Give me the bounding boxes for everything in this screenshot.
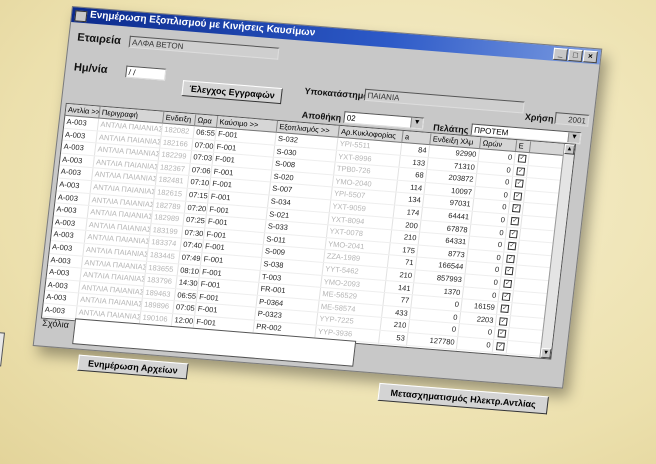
table-cell: 07:06: [189, 163, 213, 178]
checkbox-cell[interactable]: ✓: [511, 177, 527, 190]
table-cell: 1: [455, 349, 493, 360]
table-cell: 174: [393, 205, 423, 220]
check-icon[interactable]: ✓: [504, 266, 514, 276]
table-cell: 133: [399, 155, 429, 170]
notes-label: Σχόλια: [41, 317, 70, 330]
check-records-button[interactable]: Έλεγχος Εγγραφών: [181, 80, 283, 105]
date-field[interactable]: / /: [125, 65, 167, 81]
chevron-down-icon[interactable]: ▼: [567, 132, 581, 144]
check-icon[interactable]: ✓: [506, 254, 516, 264]
table-cell: 14:30: [176, 276, 200, 290]
col-qty: a: [402, 130, 432, 145]
checkbox-cell[interactable]: ✓: [494, 327, 510, 340]
col-time: Ωρα: [195, 114, 219, 128]
company-label: Εταιρεία: [76, 31, 122, 47]
table-cell: 07:03: [190, 151, 214, 165]
company-field[interactable]: ΑΛΦΑ ΒΕΤΟΝ: [128, 35, 280, 60]
app-icon: [74, 10, 88, 23]
table-cell: 68: [398, 167, 428, 182]
table-cell: 06:55: [193, 126, 217, 140]
checkbox-cell[interactable]: ✓: [497, 302, 513, 315]
close-icon[interactable]: ×: [582, 50, 598, 64]
table-cell: 53: [379, 330, 409, 345]
scroll-up-icon[interactable]: ▲: [563, 143, 576, 155]
checkbox-cell[interactable]: ✓: [495, 314, 511, 328]
checkbox-cell[interactable]: ✓: [507, 214, 523, 228]
table-cell: 07:20: [184, 201, 209, 215]
check-icon[interactable]: ✓: [509, 229, 518, 239]
checkbox-cell[interactable]: ✓: [514, 152, 530, 165]
checkbox-cell[interactable]: ✓: [502, 252, 519, 265]
check-icon[interactable]: ✓: [494, 354, 504, 360]
table-cell: 07:49: [179, 251, 203, 265]
table-cell: 175: [389, 243, 419, 257]
table-cell: 423: [377, 343, 407, 357]
table-cell: 08:10: [177, 263, 201, 278]
table-cell: 07:10: [187, 176, 212, 190]
checkbox-cell[interactable]: ✓: [492, 339, 509, 353]
warehouse-label: Αποθήκη: [301, 109, 342, 123]
table-cell: 07:40: [180, 238, 204, 253]
check-icon[interactable]: ✓: [514, 179, 524, 188]
check-icon[interactable]: ✓: [517, 154, 527, 163]
check-icon[interactable]: ✓: [501, 292, 511, 301]
table-cell: 12:00: [171, 314, 196, 328]
maximize-icon[interactable]: □: [567, 49, 584, 63]
table-cell: 84: [400, 142, 431, 157]
table-cell: 141: [384, 280, 415, 295]
scroll-down-icon[interactable]: ▼: [540, 347, 552, 359]
checkbox-cell[interactable]: ✓: [508, 202, 525, 215]
branch-field[interactable]: ΠΑΙΑΝΙΑ: [363, 88, 525, 114]
chevron-down-icon[interactable]: ▼: [410, 117, 424, 129]
checkbox-cell[interactable]: ✓: [500, 277, 516, 290]
table-cell: 210: [380, 318, 410, 332]
table-cell: 134: [395, 192, 425, 207]
table-cell: 200: [392, 218, 422, 232]
table-cell: 07:25: [183, 213, 207, 228]
checkbox-cell[interactable]: ✓: [513, 164, 529, 178]
check-icon[interactable]: ✓: [495, 342, 505, 351]
table-cell: 07:15: [186, 188, 210, 203]
table-cell: 71: [387, 255, 418, 270]
check-icon[interactable]: ✓: [516, 166, 526, 176]
table-cell: 433: [382, 305, 412, 320]
year-label: Χρήση: [524, 111, 555, 124]
check-icon[interactable]: ✓: [510, 216, 520, 226]
check-icon[interactable]: ✓: [503, 279, 513, 289]
window-controls: _ □ ×: [552, 47, 598, 64]
check-icon[interactable]: ✓: [511, 204, 521, 213]
table-cell: 210: [390, 230, 421, 245]
date-label: Ημ/νία: [73, 61, 109, 77]
checkbox-cell[interactable]: ✓: [491, 352, 507, 360]
table-cell: 07:30: [181, 226, 206, 240]
branch-label: Υποκατάστημα: [304, 85, 370, 102]
app-window: Ενημέρωση Εξοπλισμού με Κινήσεις Καυσίμω…: [0, 6, 603, 415]
checkbox-cell[interactable]: ✓: [501, 264, 517, 278]
col-e: E: [515, 140, 532, 153]
table-cell: 07:05: [173, 301, 197, 315]
table-cell: 77: [383, 293, 413, 307]
checkbox-cell[interactable]: ✓: [510, 189, 526, 203]
table-cell: 114: [396, 180, 426, 195]
minimize-icon[interactable]: _: [552, 47, 569, 61]
check-icon[interactable]: ✓: [498, 317, 508, 326]
table-cell: 06:55: [174, 288, 199, 303]
warehouse-value: 02: [346, 113, 357, 124]
check-icon[interactable]: ✓: [513, 191, 523, 201]
year-field[interactable]: 2001: [554, 112, 590, 127]
checkbox-cell[interactable]: ✓: [504, 239, 520, 253]
check-icon[interactable]: ✓: [500, 304, 510, 314]
table-cell: 07:00: [192, 138, 216, 153]
check-icon[interactable]: ✓: [497, 329, 507, 339]
checkbox-cell[interactable]: ✓: [505, 227, 522, 240]
table-cell: 210: [386, 268, 416, 282]
check-icon[interactable]: ✓: [507, 241, 517, 251]
checkbox-cell[interactable]: ✓: [498, 289, 514, 303]
